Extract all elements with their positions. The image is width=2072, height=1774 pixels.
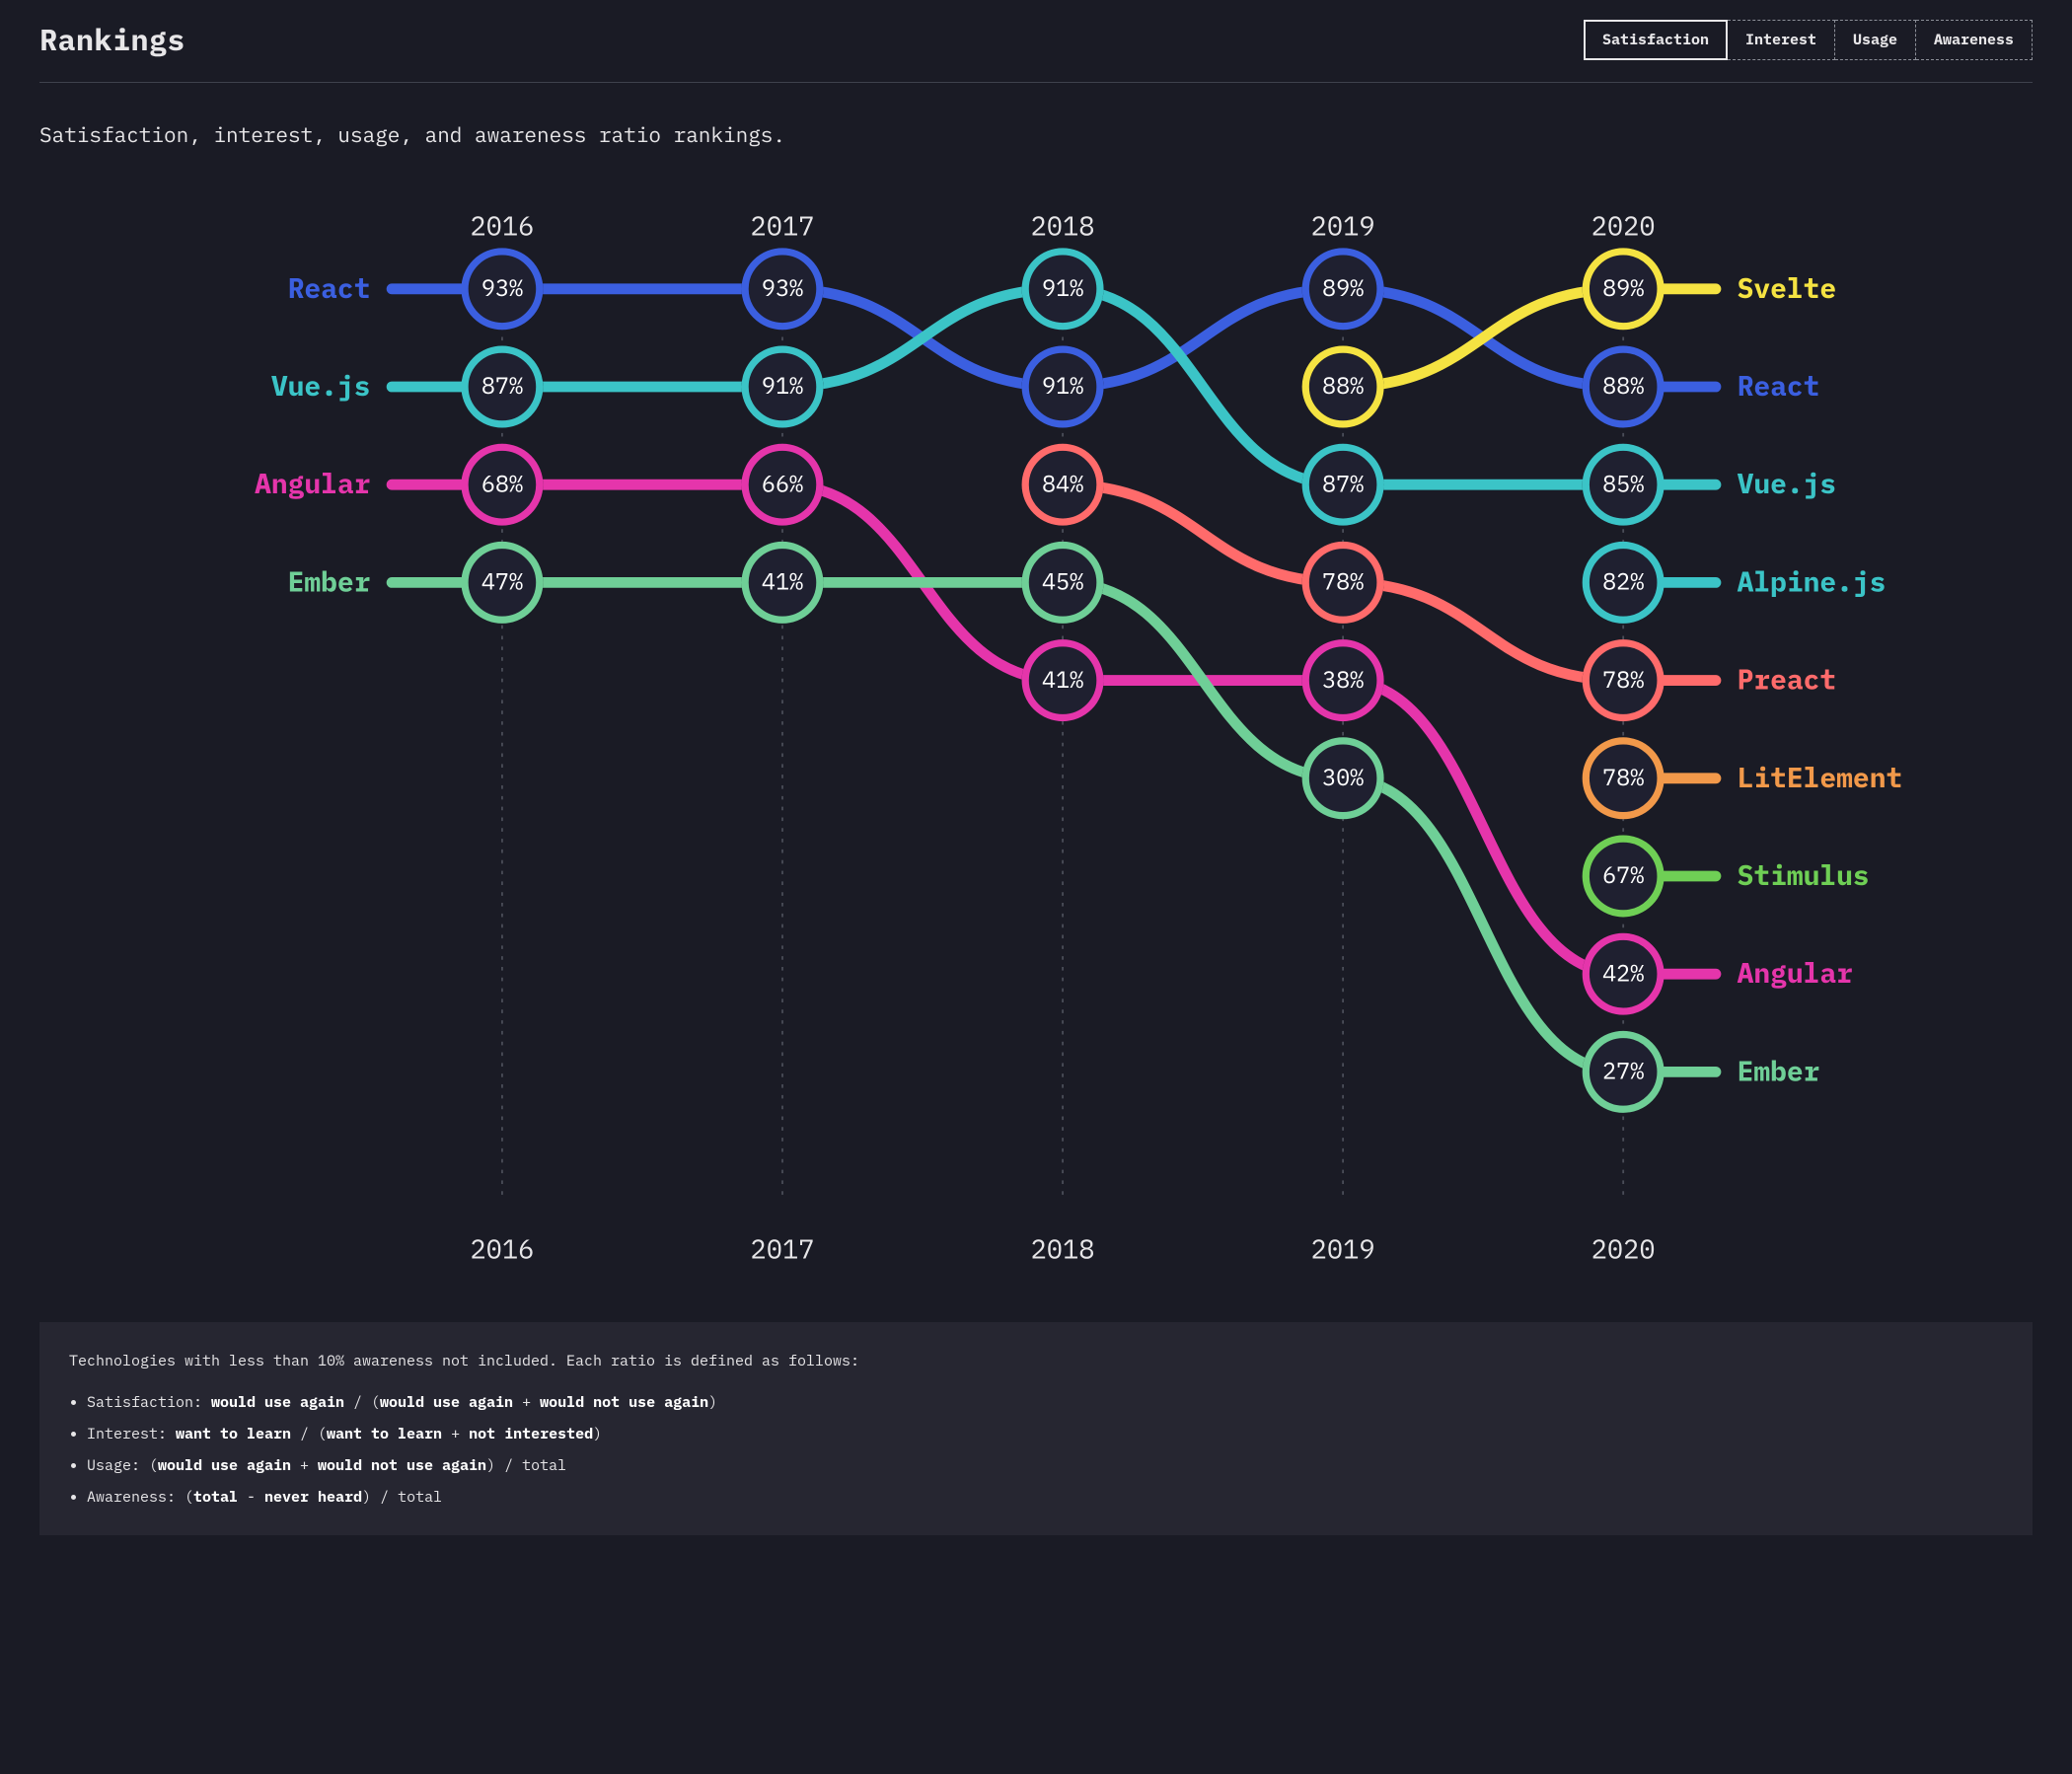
- year-label-top: 2016: [470, 209, 534, 244]
- left-series-label[interactable]: React: [288, 269, 371, 306]
- tab-satisfaction[interactable]: Satisfaction: [1584, 20, 1728, 60]
- subtitle: Satisfaction, interest, usage, and aware…: [39, 120, 2033, 148]
- header: Rankings SatisfactionInterestUsageAwaren…: [39, 20, 2033, 83]
- rank-node-value: 47%: [481, 567, 523, 597]
- tab-awareness[interactable]: Awareness: [1916, 20, 2033, 60]
- rank-node-value: 87%: [1322, 469, 1364, 498]
- rank-node-value: 78%: [1322, 567, 1364, 597]
- metric-tabs: SatisfactionInterestUsageAwareness: [1584, 20, 2033, 60]
- definitions-panel: Technologies with less than 10% awarenes…: [39, 1322, 2033, 1535]
- rank-node-value: 89%: [1322, 273, 1364, 303]
- tab-usage[interactable]: Usage: [1835, 20, 1916, 60]
- rank-node-value: 66%: [762, 469, 803, 498]
- definition-item: Usage: (would use again + would not use …: [87, 1454, 2003, 1478]
- rank-node-value: 68%: [481, 469, 523, 498]
- rank-node-value: 30%: [1322, 763, 1364, 792]
- definitions-intro: Technologies with less than 10% awarenes…: [69, 1350, 2003, 1373]
- rank-node-value: 82%: [1602, 567, 1644, 597]
- right-series-label[interactable]: Vue.js: [1738, 465, 1837, 501]
- definition-item: Satisfaction: would use again / (would u…: [87, 1391, 2003, 1415]
- right-series-label[interactable]: React: [1738, 367, 1820, 404]
- year-label-bottom: 2020: [1591, 1232, 1656, 1267]
- rank-node-value: 78%: [1602, 763, 1644, 792]
- left-series-label[interactable]: Angular: [255, 465, 370, 501]
- rank-node-value: 45%: [1042, 567, 1083, 597]
- year-label-bottom: 2018: [1031, 1232, 1095, 1267]
- rank-node-value: 41%: [762, 567, 803, 597]
- rank-node-value: 88%: [1602, 371, 1644, 401]
- rank-node-value: 84%: [1042, 469, 1083, 498]
- page-title: Rankings: [39, 21, 185, 59]
- year-label-bottom: 2019: [1311, 1232, 1375, 1267]
- rank-node-value: 42%: [1602, 958, 1644, 988]
- right-series-label[interactable]: LitElement: [1738, 759, 1903, 795]
- right-series-label[interactable]: Svelte: [1738, 269, 1837, 306]
- left-series-label[interactable]: Ember: [288, 562, 371, 599]
- rank-node-value: 91%: [1042, 371, 1083, 401]
- rank-node-value: 91%: [762, 371, 803, 401]
- rank-node-value: 38%: [1322, 665, 1364, 695]
- rank-node-value: 27%: [1602, 1057, 1644, 1086]
- rank-node-value: 78%: [1602, 665, 1644, 695]
- definitions-list: Satisfaction: would use again / (would u…: [87, 1391, 2003, 1510]
- year-label-top: 2019: [1311, 209, 1375, 244]
- rank-node-value: 91%: [1042, 273, 1083, 303]
- rank-node-value: 85%: [1602, 469, 1644, 498]
- year-label-top: 2020: [1591, 209, 1656, 244]
- right-series-label[interactable]: Alpine.js: [1738, 562, 1887, 599]
- year-label-bottom: 2016: [470, 1232, 534, 1267]
- definition-item: Interest: want to learn / (want to learn…: [87, 1423, 2003, 1446]
- rankings-bump-chart: 2016 2016 2017 2017 2018 2018 2019 2019 2020 2020…: [39, 187, 2033, 1273]
- rank-node-value: 88%: [1322, 371, 1364, 401]
- rank-node-value: 67%: [1602, 860, 1644, 890]
- definition-item: Awareness: (total - never heard) / total: [87, 1486, 2003, 1510]
- right-series-label[interactable]: Preact: [1738, 661, 1837, 698]
- rank-node-value: 87%: [481, 371, 523, 401]
- rank-node-value: 93%: [481, 273, 523, 303]
- year-label-bottom: 2017: [751, 1232, 815, 1267]
- left-series-label[interactable]: Vue.js: [271, 367, 371, 404]
- right-series-label[interactable]: Ember: [1738, 1052, 1820, 1088]
- right-series-label[interactable]: Angular: [1738, 954, 1853, 991]
- year-label-top: 2017: [751, 209, 815, 244]
- series-line-svelte: [1343, 289, 1623, 387]
- rank-node-value: 89%: [1602, 273, 1644, 303]
- rank-node-value: 41%: [1042, 665, 1083, 695]
- rank-node-value: 93%: [762, 273, 803, 303]
- year-label-top: 2018: [1031, 209, 1095, 244]
- tab-interest[interactable]: Interest: [1728, 20, 1835, 60]
- right-series-label[interactable]: Stimulus: [1738, 856, 1870, 893]
